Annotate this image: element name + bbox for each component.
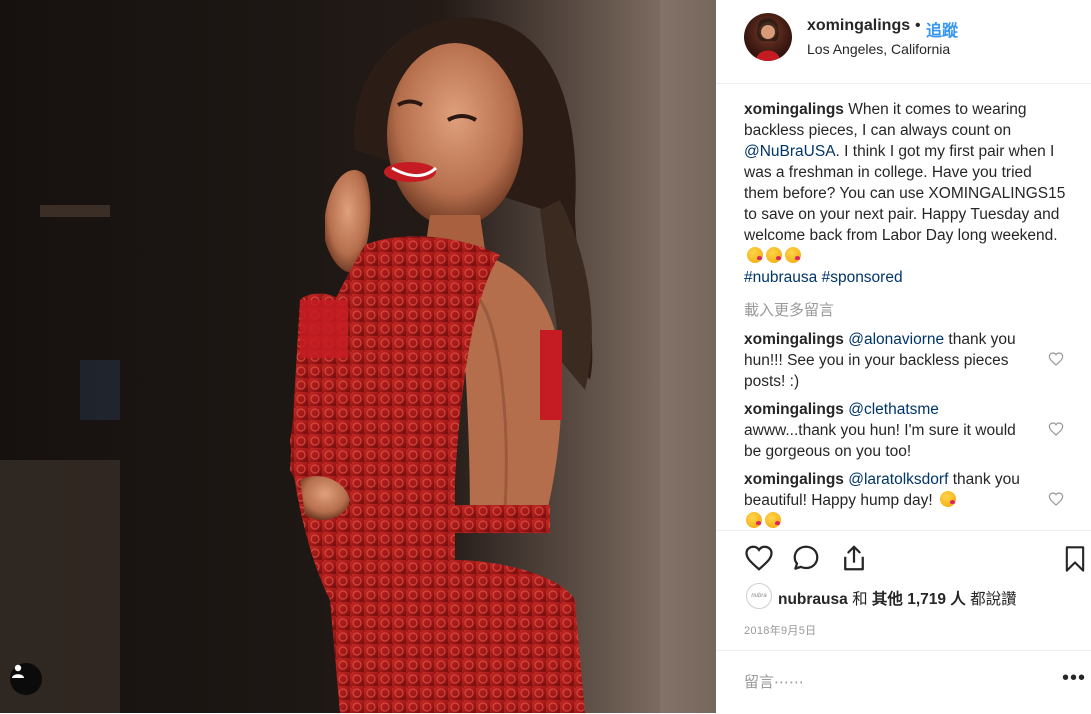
caption: xomingalings When it comes to wearing ba… (744, 99, 1066, 288)
avatar-image (756, 18, 780, 61)
post-location[interactable]: Los Angeles, California (807, 41, 950, 57)
follow-button[interactable]: 追蹤 (926, 17, 958, 41)
add-comment-input[interactable]: 留言⋯⋯ (744, 671, 804, 692)
liker-avatar[interactable]: nubra (746, 583, 772, 609)
add-comment-bar: 留言⋯⋯ ••• (716, 650, 1091, 714)
kiss-emoji-icon (765, 512, 781, 528)
post-header: xomingalings • 追蹤 Los Angeles, Californi… (716, 0, 1091, 84)
kiss-emoji-icon (766, 247, 782, 263)
comment-item: xomingalings @alonaviorne thank you hun!… (744, 329, 1034, 392)
separator-dot: • (915, 17, 921, 34)
like-comment-heart-icon[interactable] (1048, 351, 1064, 367)
likes-and: 和 (847, 591, 872, 608)
comment-username[interactable]: xomingalings (744, 401, 844, 418)
likes-text: nubrausa 和 其他 1,719 人 都說讚 (778, 587, 1017, 609)
comment-icon[interactable] (790, 543, 822, 573)
caption-block: xomingalings When it comes to wearing ba… (744, 99, 1066, 288)
post-actions-bar (716, 530, 1091, 591)
user-tag-button[interactable] (10, 663, 42, 695)
post-sidebar: xomingalings • 追蹤 Los Angeles, Californi… (716, 0, 1091, 713)
like-comment-heart-icon[interactable] (1048, 491, 1064, 507)
comment-item: xomingalings @laratolksdorf thank you be… (744, 469, 1034, 532)
bookmark-icon[interactable] (1061, 543, 1089, 575)
avatar[interactable] (744, 13, 792, 61)
user-tag-icon (12, 664, 24, 678)
comment-username[interactable]: xomingalings (744, 331, 844, 348)
hashtag-sponsored[interactable]: #sponsored (822, 269, 903, 286)
likes-suffix: 都說讚 (965, 591, 1017, 608)
heart-icon[interactable] (743, 543, 775, 573)
comment-mention[interactable]: @laratolksdorf (848, 471, 948, 488)
load-more-comments[interactable]: 載入更多留言 (744, 299, 834, 320)
likes-others-count[interactable]: 其他 1,719 人 (872, 591, 966, 608)
caption-username[interactable]: xomingalings (744, 101, 844, 118)
comment-text: awww...thank you hun! I'm sure it would … (744, 422, 1016, 460)
kiss-emoji-icon (747, 247, 763, 263)
post-photo[interactable] (0, 0, 716, 713)
kiss-emoji-icon (746, 512, 762, 528)
comment-item: xomingalings @clethatsme awww...thank yo… (744, 399, 1034, 462)
hashtag-nubrausa[interactable]: #nubrausa (744, 269, 817, 286)
kiss-emoji-icon (940, 491, 957, 507)
more-options-button[interactable]: ••• (1062, 667, 1086, 690)
photo-illustration (0, 0, 716, 713)
like-comment-heart-icon[interactable] (1048, 421, 1064, 437)
comment-mention[interactable]: @clethatsme (848, 401, 939, 418)
caption-mention[interactable]: @NuBraUSA (744, 143, 836, 160)
comment-mention[interactable]: @alonaviorne (848, 331, 944, 348)
kiss-emoji-icon (785, 247, 801, 263)
post-date[interactable]: 2018年9月5日 (744, 622, 816, 638)
liker-username[interactable]: nubrausa (778, 591, 848, 608)
share-icon[interactable] (838, 543, 870, 573)
comment-username[interactable]: xomingalings (744, 471, 844, 488)
post-username[interactable]: xomingalings (807, 17, 910, 35)
